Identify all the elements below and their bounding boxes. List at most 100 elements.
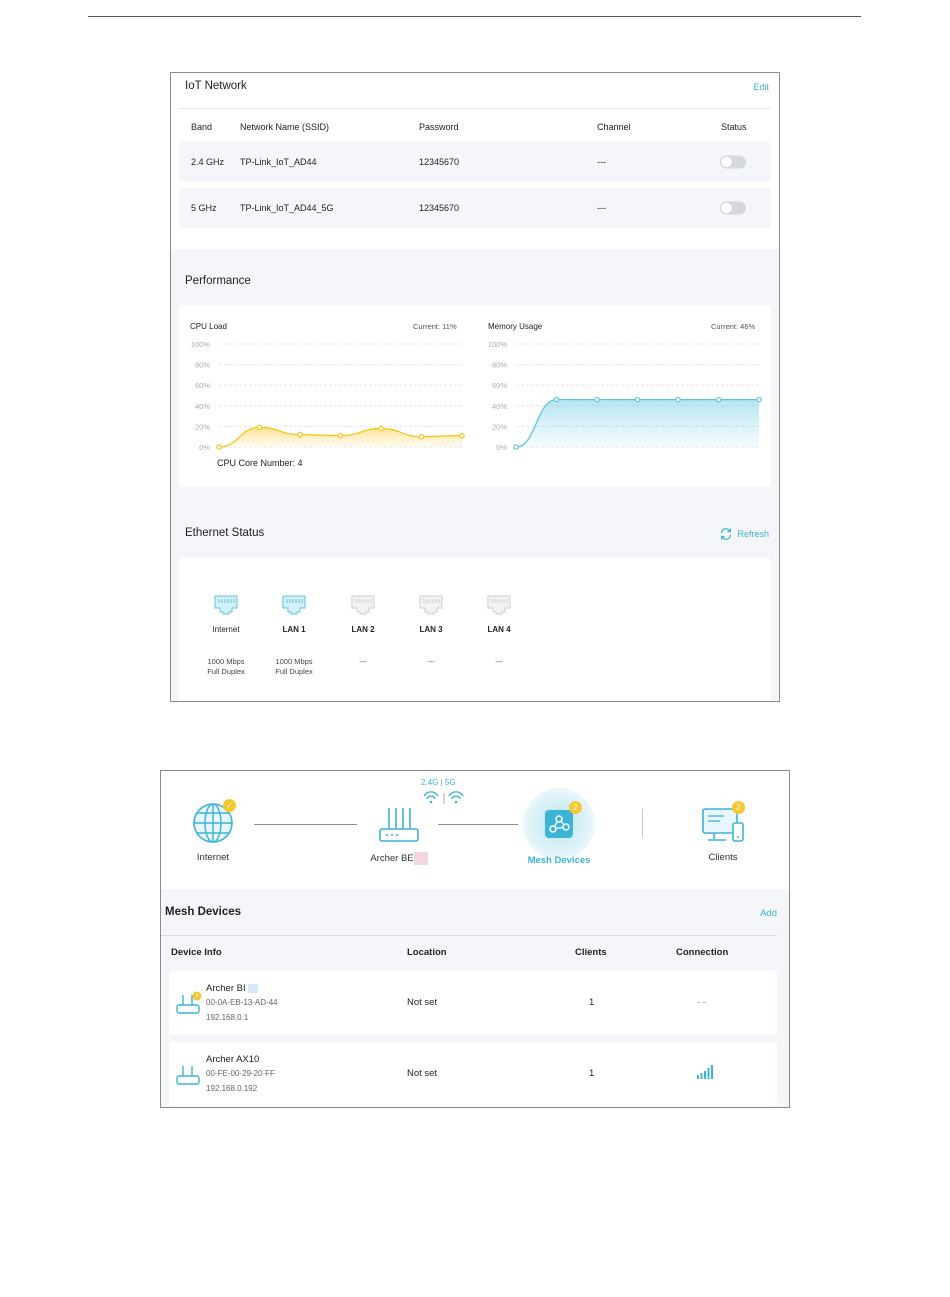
clients-label: Clients: [708, 852, 738, 863]
iot-channel: ---: [597, 157, 606, 167]
router-icon: [176, 1066, 200, 1085]
ethernet-port-icon: [351, 595, 375, 615]
col-ssid: Network Name (SSID): [240, 122, 330, 132]
topology-link: [254, 824, 357, 825]
iot-status-toggle-5ghz[interactable]: [720, 201, 746, 215]
iot-edit-link[interactable]: Edit: [753, 82, 769, 92]
device-name-text: Archer BI: [206, 983, 246, 994]
port-name: LAN 1: [282, 625, 306, 634]
device-name: Archer AX10: [206, 1054, 260, 1065]
ethernet-port-icon: [487, 595, 511, 615]
network-map-panel: ✓ Internet 2.4G | 5G Archer BE 2 Mesh De…: [160, 770, 790, 1108]
add-mesh-link[interactable]: Add: [760, 908, 777, 919]
memory-chart-point: [675, 396, 681, 403]
memory-chart-y-tick: 40%: [492, 402, 507, 411]
mesh-row[interactable]: Archer BI 00-0A-EB-13-AD-44 192.168.0.1 …: [169, 971, 777, 1035]
mesh-devices-node[interactable]: 2: [526, 791, 592, 857]
memory-chart-point: [756, 396, 762, 403]
cpu-core-number: CPU Core Number: 4: [217, 458, 303, 468]
performance-card: CPU Load Current: 11% Memory Usage Curre…: [179, 305, 771, 487]
refresh-button[interactable]: Refresh: [719, 527, 769, 541]
page-top-rule: [88, 16, 861, 17]
router-label: Archer BE: [359, 852, 439, 865]
wifi-icon: [423, 791, 464, 804]
memory-chart-point: [513, 444, 519, 450]
topology-clients[interactable]: 2 Clients: [691, 801, 755, 863]
device-name: Archer BI: [206, 983, 258, 994]
device-mac: 00-0A-EB-13-AD-44: [206, 998, 278, 1007]
mesh-devices-section: Mesh Devices Add Device Info Location Cl…: [161, 889, 789, 1107]
port-speed: 1000 Mbps Full Duplex: [264, 657, 324, 677]
memory-chart-point: [594, 396, 600, 403]
col-location: Location: [407, 947, 447, 958]
port-speed: ---: [469, 657, 529, 667]
memory-chart-y-tick: 60%: [492, 381, 507, 390]
performance-title: Performance: [185, 275, 251, 287]
device-location: Not set: [407, 997, 438, 1008]
redaction: [413, 852, 428, 865]
iot-row-5ghz: 5 GHz TP-Link_IoT_AD44_5G 12345670 ---: [179, 188, 771, 228]
port-speed: ---: [333, 657, 393, 667]
port-name: Internet: [212, 625, 240, 634]
port-lan2: LAN 2: [333, 595, 393, 634]
cpu-chart-point: [378, 425, 384, 432]
topology-divider: [642, 809, 643, 837]
router-icon: [176, 991, 202, 1014]
port-speed-rate: 1000 Mbps: [275, 657, 313, 666]
clients-count-badge: 2: [732, 801, 745, 814]
iot-section-header: IoT Network Edit: [171, 73, 779, 109]
cpu-chart-point: [418, 433, 425, 440]
signal-icon: [697, 1065, 713, 1079]
topology-router[interactable]: Archer BE: [359, 805, 439, 865]
band-indicators: 2.4G | 5G: [421, 778, 456, 787]
ethernet-port-icon: [214, 595, 238, 615]
cpu-chart-y-tick: 100%: [191, 340, 211, 349]
memory-chart-y-tick: 0%: [496, 443, 507, 452]
iot-status-toggle-24ghz[interactable]: [720, 155, 746, 169]
col-status: Status: [721, 122, 747, 132]
memory-chart-area: [516, 399, 759, 447]
band-5g-label: 5G: [444, 778, 456, 787]
router-status-panel: IoT Network Edit Band Network Name (SSID…: [170, 72, 780, 702]
topology-link: [438, 824, 518, 825]
iot-row-24ghz: 2.4 GHz TP-Link_IoT_AD44 12345670 ---: [179, 142, 771, 182]
device-ip: 192.168.0.192: [206, 1084, 258, 1093]
router-name: Archer BE: [370, 853, 414, 865]
iot-channel: ---: [597, 203, 606, 213]
port-speed-rate: ---: [359, 657, 367, 666]
port-speed-rate: ---: [495, 657, 503, 666]
mesh-row[interactable]: Archer AX10 00-FE-00-29-20-FF 192.168.0.…: [169, 1042, 777, 1106]
port-speed: 1000 Mbps Full Duplex: [196, 657, 256, 677]
iot-ssid: TP-Link_IoT_AD44: [240, 157, 317, 167]
port-name: LAN 3: [419, 625, 443, 634]
port-speed: ---: [401, 657, 461, 667]
iot-band: 2.4 GHz: [191, 157, 225, 167]
iot-ssid: TP-Link_IoT_AD44_5G: [240, 203, 334, 213]
mesh-devices-title: Mesh Devices: [165, 906, 242, 918]
memory-chart-point: [553, 396, 560, 403]
check-icon: ✓: [223, 799, 236, 812]
ethernet-port-icon: [282, 595, 306, 615]
mesh-divider: [161, 935, 777, 936]
cpu-chart-y-tick: 60%: [195, 381, 210, 390]
topology-internet[interactable]: ✓ Internet: [183, 799, 243, 863]
refresh-icon: [721, 528, 732, 540]
port-internet: Internet: [196, 595, 256, 634]
iot-password: 12345670: [419, 203, 460, 213]
iot-password: 12345670: [419, 157, 460, 167]
iot-table-header: Band Network Name (SSID) Password Channe…: [179, 113, 771, 141]
ethernet-port-icon: [419, 595, 443, 615]
router-icon: [379, 808, 419, 842]
cpu-load-chart: 100% 80% 60% 40% 20% 0%: [191, 340, 465, 452]
col-clients: Clients: [575, 947, 607, 958]
col-device-info: Device Info: [171, 947, 222, 958]
band-24g-label: 2.4G: [421, 778, 439, 787]
memory-chart-y-tick: 100%: [488, 340, 508, 349]
memory-chart-y-tick: 80%: [492, 361, 507, 370]
device-clients: 1: [589, 1068, 595, 1079]
cpu-chart-point: [256, 424, 263, 431]
memory-current: Current: 46%: [711, 322, 756, 331]
mesh-icon: [545, 810, 573, 838]
iot-divider: [179, 108, 771, 109]
mesh-count-badge: 2: [569, 801, 582, 814]
